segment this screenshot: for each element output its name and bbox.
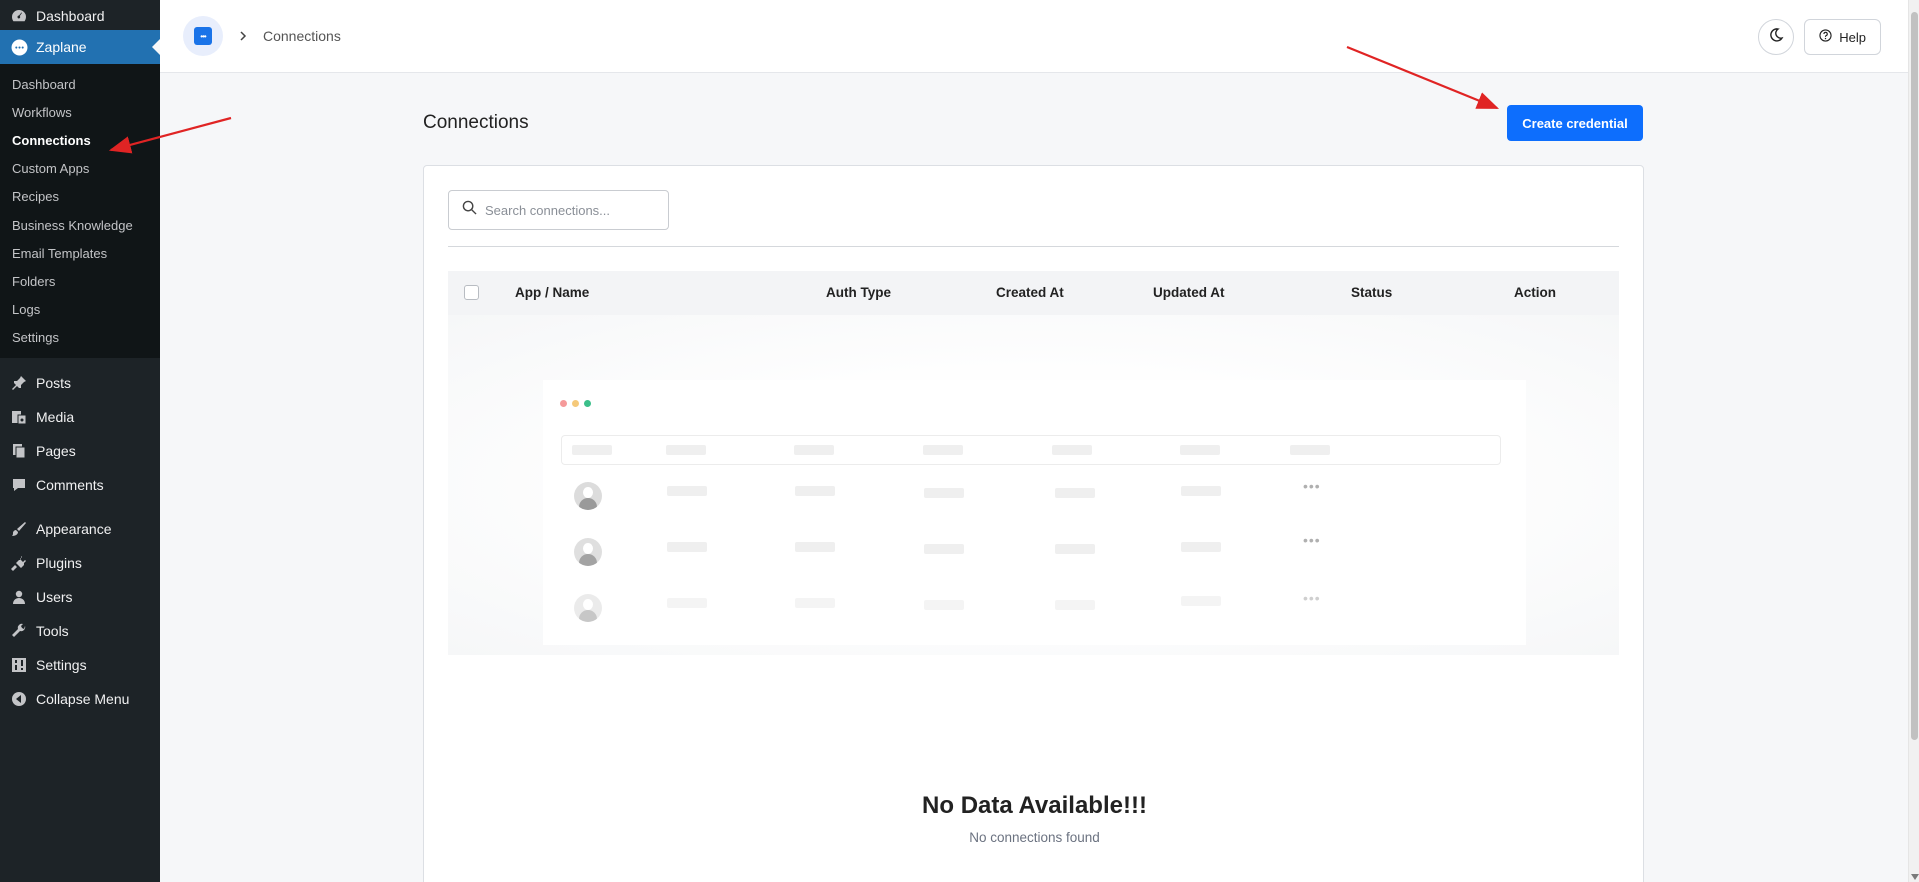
sidebar-item-label: Plugins [36, 554, 82, 571]
empty-state-subtitle: No connections found [969, 830, 1100, 845]
sidebar-item-label: Users [36, 588, 73, 605]
app-logo[interactable]: ••• [183, 16, 223, 56]
paintbrush-icon [10, 520, 28, 538]
empty-state-title: No Data Available!!! [922, 792, 1147, 819]
sidebar-item-tools[interactable]: Tools [0, 614, 160, 648]
sidebar-item-dashboard[interactable]: Dashboard [0, 0, 160, 30]
scroll-down-arrow-icon[interactable] [1911, 874, 1919, 880]
empty-state-illustration: ••• ••• ••• [448, 315, 1619, 655]
more-dots-icon: ••• [1303, 532, 1321, 548]
window-dots [560, 400, 591, 407]
search-input[interactable] [485, 202, 655, 218]
column-auth-type[interactable]: Auth Type [826, 285, 891, 300]
create-credential-button[interactable]: Create credential [1507, 105, 1643, 141]
sidebar-item-pages[interactable]: Pages [0, 434, 160, 468]
top-header: ••• Connections Help [160, 0, 1919, 73]
more-dots-icon: ••• [1303, 478, 1321, 494]
scrollbar-thumb[interactable] [1911, 12, 1918, 740]
column-app-name[interactable]: App / Name [515, 285, 589, 300]
placeholder-table-illustration: ••• ••• ••• [543, 380, 1526, 645]
submenu-connections[interactable]: Connections [0, 126, 160, 154]
collapse-icon [10, 690, 28, 708]
sidebar-item-settings[interactable]: Settings [0, 648, 160, 682]
wrench-icon [10, 622, 28, 640]
placeholder-avatar-icon [574, 482, 602, 510]
zaplane-submenu: Dashboard Workflows Connections Custom A… [0, 64, 160, 358]
sidebar-item-label: Comments [36, 476, 104, 493]
sidebar-item-plugins[interactable]: Plugins [0, 546, 160, 580]
moon-icon [1768, 27, 1784, 48]
sidebar-item-comments[interactable]: Comments [0, 468, 160, 502]
dashboard-icon [10, 7, 28, 25]
more-dots-icon: ••• [1303, 590, 1321, 606]
submenu-logs[interactable]: Logs [0, 296, 160, 324]
header-actions: Help [1758, 19, 1881, 55]
submenu-workflows[interactable]: Workflows [0, 98, 160, 126]
column-updated-at[interactable]: Updated At [1153, 285, 1225, 300]
sidebar-item-label: Media [36, 408, 75, 425]
chevron-right-icon [239, 28, 247, 44]
submenu-folders[interactable]: Folders [0, 267, 160, 295]
zaplane-icon [10, 38, 28, 56]
pages-icon [10, 442, 28, 460]
sidebar-item-label: Tools [36, 622, 69, 639]
settings-icon [10, 656, 28, 674]
user-icon [10, 588, 28, 606]
help-circle-icon [1819, 29, 1832, 45]
placeholder-header [561, 435, 1501, 465]
select-all-checkbox[interactable] [464, 285, 479, 300]
media-icon [10, 408, 28, 426]
sidebar-item-posts[interactable]: Posts [0, 366, 160, 400]
sidebar-item-media[interactable]: Media [0, 400, 160, 434]
submenu-dashboard[interactable]: Dashboard [0, 70, 160, 98]
sidebar-item-label: Dashboard [36, 8, 105, 24]
plugin-icon [10, 554, 28, 572]
sidebar-item-label: Zaplane [36, 39, 87, 55]
help-label: Help [1839, 29, 1866, 45]
sidebar-item-appearance[interactable]: Appearance [0, 512, 160, 546]
submenu-custom-apps[interactable]: Custom Apps [0, 155, 160, 183]
pin-icon [10, 374, 28, 392]
sidebar-item-label: Posts [36, 374, 72, 391]
search-box[interactable] [448, 190, 669, 230]
submenu-business-knowledge[interactable]: Business Knowledge [0, 211, 160, 239]
help-button[interactable]: Help [1804, 19, 1881, 55]
table-header: App / Name Auth Type Created At Updated … [448, 271, 1619, 315]
column-action[interactable]: Action [1514, 285, 1556, 300]
sidebar-item-label: Settings [36, 656, 87, 673]
sidebar-item-collapse-menu[interactable]: Collapse Menu [0, 682, 160, 716]
submenu-email-templates[interactable]: Email Templates [0, 239, 160, 267]
theme-toggle-button[interactable] [1758, 19, 1795, 55]
divider [448, 246, 1619, 247]
sidebar-item-users[interactable]: Users [0, 580, 160, 614]
column-created-at[interactable]: Created At [996, 285, 1064, 300]
sidebar-item-label: Appearance [36, 520, 112, 537]
column-status[interactable]: Status [1351, 285, 1392, 300]
placeholder-avatar-icon [574, 594, 602, 622]
comments-icon [10, 476, 28, 494]
vertical-scrollbar[interactable] [1908, 0, 1919, 882]
sidebar-item-label: Pages [36, 442, 76, 459]
search-icon [462, 200, 477, 220]
main-menu: Posts Media Pages Comments Appearance Pl… [0, 358, 160, 716]
zaplane-logo-icon: ••• [194, 27, 212, 45]
connections-card: App / Name Auth Type Created At Updated … [423, 165, 1644, 882]
placeholder-avatar-icon [574, 538, 602, 566]
sidebar-item-label: Collapse Menu [36, 690, 130, 707]
page-title: Connections [423, 112, 529, 133]
sidebar-item-zaplane[interactable]: Zaplane [0, 30, 160, 64]
submenu-recipes[interactable]: Recipes [0, 183, 160, 211]
submenu-settings[interactable]: Settings [0, 324, 160, 352]
admin-sidebar: Dashboard Zaplane Dashboard Workflows Co… [0, 0, 160, 882]
breadcrumb: Connections [263, 28, 341, 44]
